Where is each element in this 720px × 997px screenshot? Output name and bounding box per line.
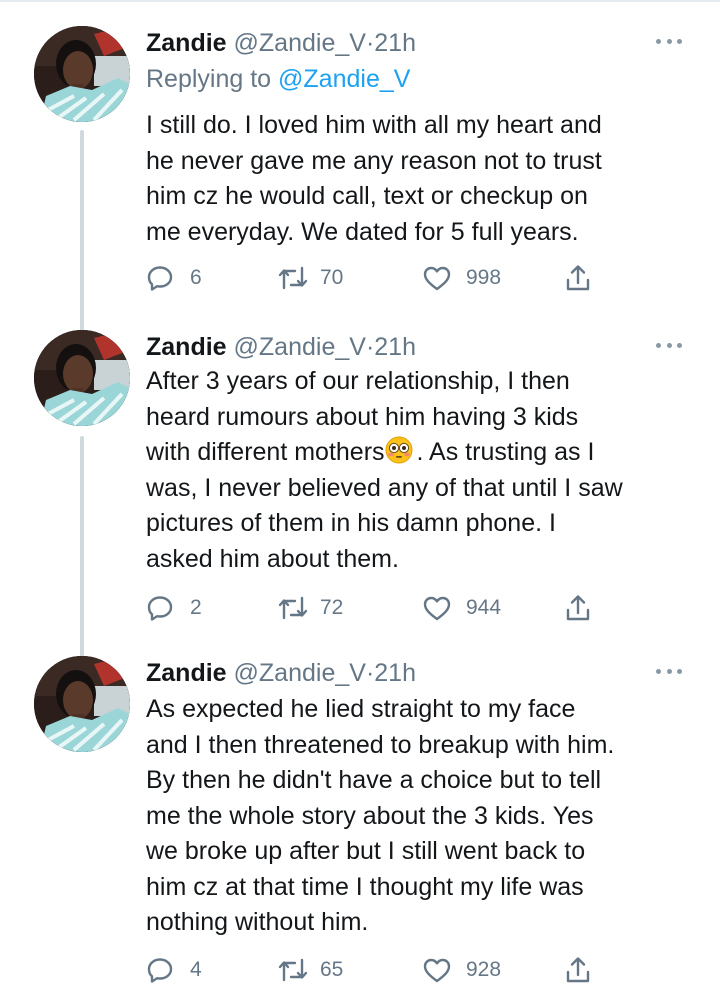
tweet-actions: 4 65 928 bbox=[146, 954, 606, 986]
reply-count: 4 bbox=[190, 958, 202, 981]
timestamp[interactable]: 21h bbox=[374, 29, 416, 57]
tweet-text-line: heard rumours about him having 3 kids bbox=[146, 402, 579, 431]
reply-icon bbox=[147, 596, 173, 621]
reply-icon bbox=[147, 266, 173, 291]
retweet-icon bbox=[278, 958, 308, 982]
tweet-text-fragment: with different mothers bbox=[146, 438, 385, 466]
tweet-text: As expected he lied straight to my face … bbox=[146, 692, 691, 941]
avatar[interactable] bbox=[34, 26, 130, 122]
tweet-text-line: asked him about them. bbox=[146, 544, 399, 573]
reply-icon bbox=[147, 958, 173, 983]
like-button[interactable]: 944 bbox=[422, 592, 501, 624]
tweet-text-fragment: . As trusting as I bbox=[416, 438, 595, 466]
tweet-text-line: I still do. I loved him with all my hear… bbox=[146, 111, 602, 139]
more-options-icon[interactable] bbox=[656, 36, 682, 46]
heart-icon bbox=[423, 958, 451, 983]
mention-link[interactable]: @Zandie_V bbox=[278, 65, 410, 93]
tweet-text: I still do. I loved him with all my hear… bbox=[146, 108, 691, 250]
more-options-icon[interactable] bbox=[656, 340, 682, 350]
tweet-header: Zandie @Zandie_V·21h bbox=[146, 656, 416, 690]
tweet-actions: 6 70 998 bbox=[146, 262, 606, 294]
user-handle[interactable]: @Zandie_V bbox=[234, 659, 366, 687]
flushed-face-emoji-icon bbox=[385, 436, 413, 464]
tweet-text-line: we broke up after but I still went back … bbox=[146, 837, 586, 865]
avatar[interactable] bbox=[34, 330, 130, 426]
retweet-button[interactable]: 70 bbox=[276, 262, 343, 294]
reply-button[interactable]: 2 bbox=[146, 592, 202, 624]
tweet-text-line: was, I never believed any of that until … bbox=[146, 473, 623, 502]
share-button[interactable] bbox=[564, 592, 592, 624]
reply-count: 2 bbox=[190, 596, 202, 619]
tweet[interactable]: Zandie @Zandie_V·21h After 3 years of ou… bbox=[0, 330, 720, 640]
tweet-text-line: After 3 years of our relationship, I the… bbox=[146, 367, 570, 395]
tweet[interactable]: Zandie @Zandie_V·21h As expected he lied… bbox=[0, 656, 720, 996]
display-name[interactable]: Zandie bbox=[146, 29, 227, 57]
share-button[interactable] bbox=[564, 262, 592, 294]
tweet-actions: 2 72 944 bbox=[146, 592, 606, 624]
like-count: 998 bbox=[466, 266, 502, 289]
retweet-count: 65 bbox=[320, 958, 344, 981]
tweet-text-line: As expected he lied straight to my face bbox=[146, 695, 576, 723]
user-handle[interactable]: @Zandie_V bbox=[234, 333, 366, 361]
share-button[interactable] bbox=[564, 954, 592, 986]
replying-to: Replying to @Zandie_V bbox=[146, 62, 410, 96]
tweet-header: Zandie @Zandie_V·21h bbox=[146, 330, 416, 364]
tweet-text-line: me everyday. We dated for 5 full years. bbox=[146, 217, 579, 246]
reply-button[interactable]: 6 bbox=[146, 262, 202, 294]
heart-icon bbox=[423, 596, 451, 621]
tweet-header: Zandie @Zandie_V·21h bbox=[146, 26, 416, 60]
retweet-icon bbox=[278, 596, 308, 620]
tweet-text-line: with different mothers . As trusting as I bbox=[146, 435, 691, 471]
tweet-text-line: him cz he would call, text or checkup on bbox=[146, 182, 588, 210]
retweet-count: 70 bbox=[320, 266, 344, 289]
tweet-text-line: he never gave me any reason not to trust bbox=[146, 146, 602, 175]
share-icon bbox=[566, 595, 590, 621]
display-name[interactable]: Zandie bbox=[146, 659, 227, 687]
retweet-count: 72 bbox=[320, 596, 344, 619]
replying-to-label: Replying to bbox=[146, 65, 279, 93]
tweet-text-line: By then he didn't have a choice but to t… bbox=[146, 766, 602, 794]
more-options-icon[interactable] bbox=[656, 666, 682, 676]
like-count: 944 bbox=[466, 596, 502, 619]
like-button[interactable]: 928 bbox=[422, 954, 501, 986]
timestamp[interactable]: 21h bbox=[374, 333, 416, 361]
top-divider bbox=[0, 0, 720, 2]
user-handle[interactable]: @Zandie_V bbox=[234, 29, 366, 57]
avatar[interactable] bbox=[34, 656, 130, 752]
display-name[interactable]: Zandie bbox=[146, 333, 227, 361]
like-button[interactable]: 998 bbox=[422, 262, 501, 294]
retweet-icon bbox=[278, 266, 308, 290]
tweet-text-line: nothing without him. bbox=[146, 908, 369, 936]
tweet[interactable]: Zandie @Zandie_V·21h Replying to @Zandie… bbox=[0, 26, 720, 316]
heart-icon bbox=[423, 266, 451, 291]
tweet-text-line: him cz at that time I thought my life wa… bbox=[146, 872, 584, 901]
reply-button[interactable]: 4 bbox=[146, 954, 202, 986]
like-count: 928 bbox=[466, 958, 502, 981]
timestamp[interactable]: 21h bbox=[374, 659, 416, 687]
tweet-text-line: and I then threatened to breakup with hi… bbox=[146, 730, 615, 759]
tweet-text: After 3 years of our relationship, I the… bbox=[146, 364, 691, 577]
retweet-button[interactable]: 65 bbox=[276, 954, 343, 986]
tweet-text-line: pictures of them in his damn phone. I bbox=[146, 509, 556, 537]
share-icon bbox=[566, 957, 590, 983]
share-icon bbox=[566, 265, 590, 291]
tweet-text-line: me the whole story about the 3 kids. Yes bbox=[146, 801, 594, 830]
reply-count: 6 bbox=[190, 266, 202, 289]
retweet-button[interactable]: 72 bbox=[276, 592, 343, 624]
